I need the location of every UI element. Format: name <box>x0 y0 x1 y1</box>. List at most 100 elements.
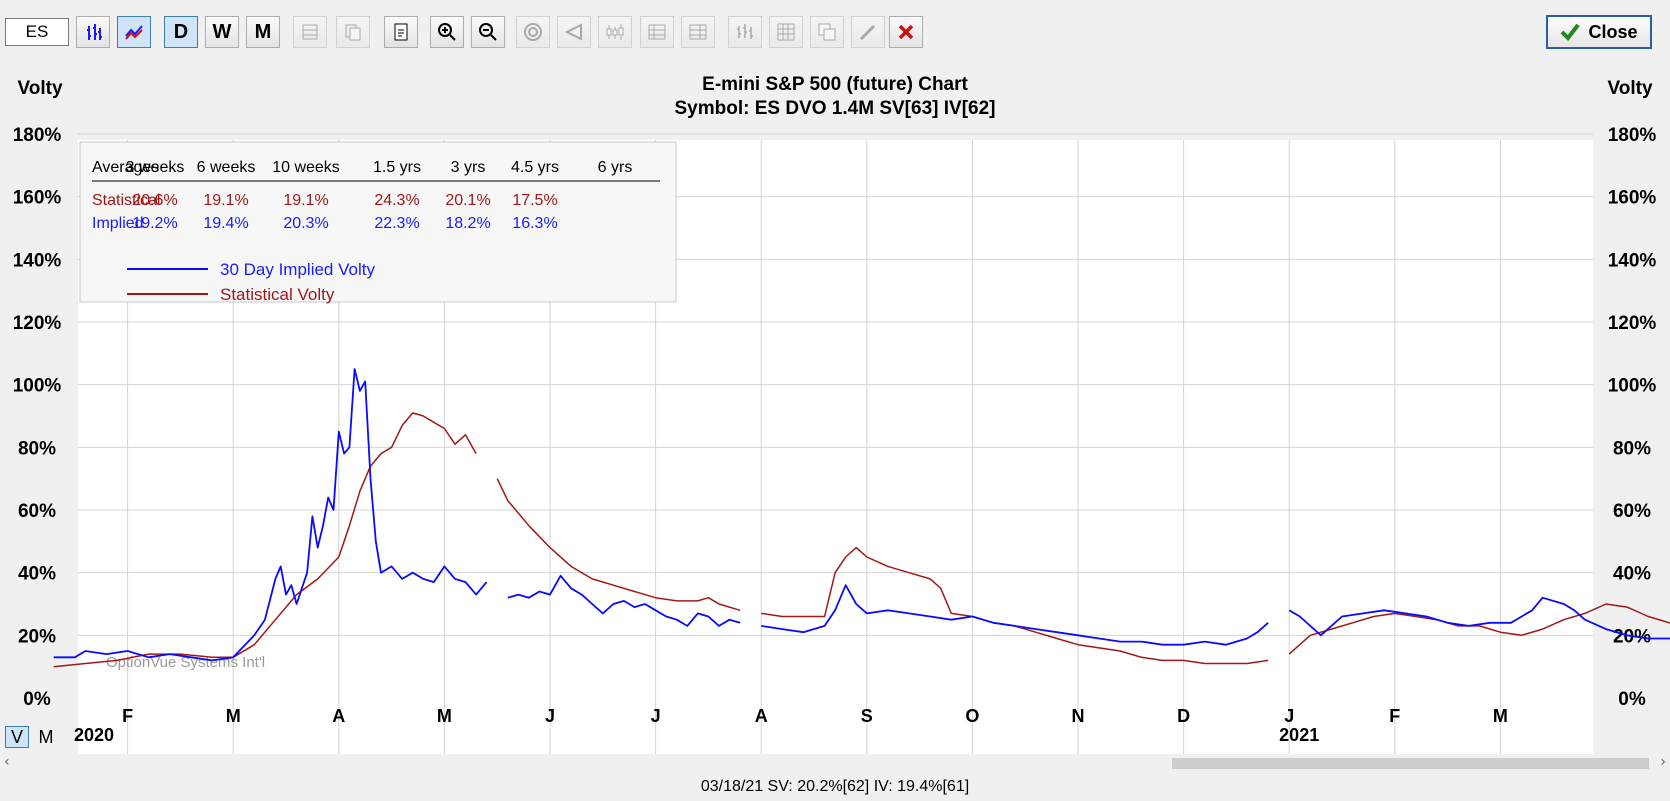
horizontal-scrollbar[interactable]: ‹ › <box>0 754 1670 772</box>
pen-button[interactable] <box>851 16 885 48</box>
x-tick-label: O <box>965 706 979 726</box>
x-tick-label: A <box>755 706 768 726</box>
zoom-in-button[interactable] <box>430 16 464 48</box>
averages-cell: 20.3% <box>283 215 328 232</box>
target-icon <box>524 23 542 41</box>
y-tick-label-left: 120% <box>13 313 62 334</box>
x-tick-label: J <box>545 706 555 726</box>
y-tick-label-right: 0% <box>1618 689 1646 710</box>
zoom-in-icon <box>438 23 456 41</box>
x-tick-label: M <box>226 706 241 726</box>
x-tick-label: J <box>1284 706 1294 726</box>
y-tick-label-right: 100% <box>1608 376 1657 397</box>
averages-cell: 19.4% <box>203 215 248 232</box>
chart-subtitle: Symbol: ES DVO 1.4M SV[63] IV[62] <box>675 98 996 119</box>
monthly-button-label: M <box>254 20 272 43</box>
zoom-out-button[interactable] <box>471 16 505 48</box>
y-tick-label-left: 0% <box>23 689 51 710</box>
copy-chart-button[interactable] <box>336 16 370 48</box>
close-label: Close <box>1588 21 1638 42</box>
view-v-toggle[interactable]: V <box>5 726 29 748</box>
table-icon <box>648 24 666 40</box>
y-axis-label-right: Volty <box>1607 78 1652 99</box>
x-tick-label: D <box>1177 706 1190 726</box>
red-x-button[interactable] <box>889 16 923 48</box>
x-tick-label: F <box>122 706 133 726</box>
averages-table: Averages3 weeks 6 weeks 10 weeks 1.5 yrs 3 y… <box>79 141 677 303</box>
scroll-right-arrow-icon[interactable]: › <box>1660 754 1666 770</box>
y-tick-label-left: 140% <box>13 250 62 271</box>
scroll-thumb[interactable] <box>1172 758 1649 769</box>
averages-cell: 20.6% <box>132 192 177 209</box>
daily-button-label: D <box>173 20 189 43</box>
y-axis-label-left: Volty <box>17 78 62 99</box>
y-tick-label-right: 60% <box>1613 501 1651 522</box>
candles-button[interactable] <box>598 16 632 48</box>
grid-button[interactable] <box>769 16 803 48</box>
chart-title: E-mini S&P 500 (future) Chart <box>702 74 968 95</box>
view-m-label: M <box>38 726 54 747</box>
x-tick-label: M <box>1493 706 1508 726</box>
ohlc-button[interactable] <box>728 16 762 48</box>
print-button[interactable] <box>384 16 418 48</box>
legend-label-implied: 30 Day Implied Volty <box>220 260 375 279</box>
bar-chart-icon <box>87 24 102 40</box>
y-tick-label-right: 180% <box>1608 125 1657 146</box>
chart-panel: Volty Volty E-mini S&P 500 (future) Char… <box>0 64 1670 754</box>
grid-options-icon <box>302 24 318 40</box>
y-tick-label-left: 20% <box>18 626 56 647</box>
x-tick-label: J <box>651 706 661 726</box>
layers-button[interactable] <box>810 16 844 48</box>
y-tick-label-left: 60% <box>18 501 56 522</box>
averages-header-cell: 3 yrs <box>451 159 486 176</box>
scroll-left-arrow-icon[interactable]: ‹ <box>4 754 10 770</box>
x-tick-label: A <box>332 706 345 726</box>
averages-header-cell: 1.5 yrs <box>373 159 421 176</box>
line-chart-icon <box>125 25 143 40</box>
symbol-input[interactable] <box>5 18 69 46</box>
y-tick-label-right: 140% <box>1608 250 1657 271</box>
y-tick-label-left: 100% <box>13 376 62 397</box>
weekly-button[interactable]: W <box>205 16 239 48</box>
view-m-toggle[interactable]: M <box>34 726 58 748</box>
y-tick-label-right: 160% <box>1608 188 1657 209</box>
red-x-icon <box>898 24 914 40</box>
zoom-out-icon <box>479 23 497 41</box>
volatility-chart[interactable]: Volty Volty E-mini S&P 500 (future) Char… <box>0 64 1670 754</box>
table-alt-icon <box>689 24 707 40</box>
target-button[interactable] <box>516 16 550 48</box>
year-label: 2020 <box>74 725 114 745</box>
close-button[interactable]: Close <box>1546 15 1652 49</box>
y-tick-label-left: 160% <box>13 188 62 209</box>
grid-options-button[interactable] <box>293 16 327 48</box>
averages-header-cell: 3 weeks <box>126 159 185 176</box>
x-tick-label: M <box>437 706 452 726</box>
toolbar: DWM Close <box>0 0 1670 65</box>
daily-button[interactable]: D <box>164 16 198 48</box>
layers-icon <box>818 23 836 41</box>
y-tick-label-left: 180% <box>13 125 62 146</box>
x-tick-label: F <box>1389 706 1400 726</box>
y-tick-label-right: 80% <box>1613 438 1651 459</box>
grid-icon <box>777 23 795 41</box>
table-alt-button[interactable] <box>681 16 715 48</box>
legend-label-statistical: Statistical Volty <box>220 285 335 304</box>
averages-cell: 18.2% <box>445 215 490 232</box>
monthly-button[interactable]: M <box>246 16 280 48</box>
candles-icon <box>606 24 624 40</box>
averages-cell: 19.1% <box>283 192 328 209</box>
y-tick-label-right: 40% <box>1613 564 1651 585</box>
arrow-left-button[interactable] <box>557 16 591 48</box>
x-tick-label: N <box>1072 706 1085 726</box>
averages-cell: 20.1% <box>445 192 490 209</box>
ohlc-icon <box>737 24 753 39</box>
bar-chart-button[interactable] <box>76 16 110 48</box>
line-chart-button[interactable] <box>117 16 151 48</box>
averages-cell: 17.5% <box>512 192 557 209</box>
averages-cell: 24.3% <box>374 192 419 209</box>
arrow-left-icon <box>564 23 582 41</box>
view-v-label: V <box>10 726 23 747</box>
table-button[interactable] <box>640 16 674 48</box>
checkmark-icon <box>1561 23 1581 41</box>
averages-cell: 22.3% <box>374 215 419 232</box>
